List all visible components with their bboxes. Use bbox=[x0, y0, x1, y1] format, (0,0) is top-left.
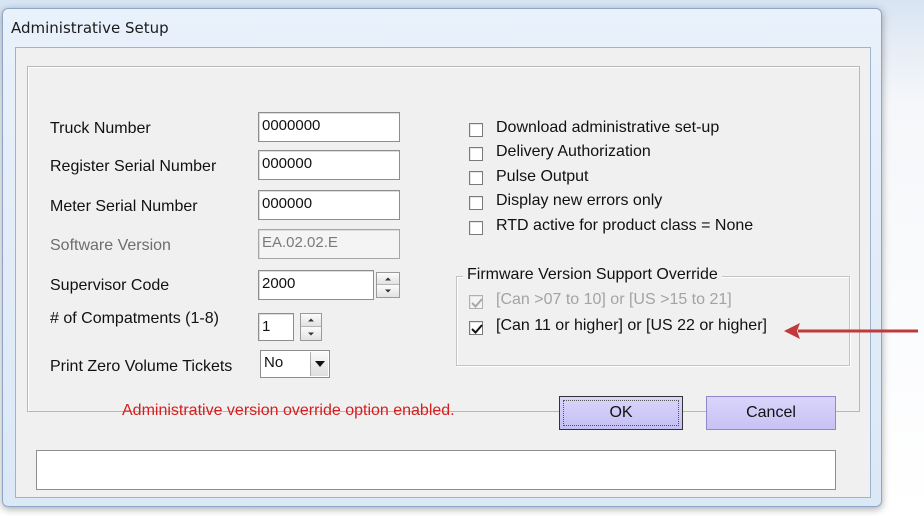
delivery-authorization-checkbox[interactable] bbox=[469, 147, 483, 161]
pulse-output-checkbox[interactable] bbox=[469, 171, 483, 185]
firmware-legacy-checkbox[interactable] bbox=[469, 295, 483, 309]
print-zero-value: No bbox=[264, 354, 284, 371]
ok-button[interactable]: OK bbox=[559, 396, 683, 430]
print-zero-select[interactable]: No bbox=[260, 350, 330, 378]
screen: Administrative Setup Truck Number Regist… bbox=[0, 0, 924, 516]
truck-number-label: Truck Number bbox=[50, 120, 151, 137]
supervisor-code-spinner[interactable] bbox=[376, 272, 400, 298]
spin-down-icon[interactable] bbox=[377, 285, 399, 297]
download-setup-checkbox[interactable] bbox=[469, 123, 483, 137]
compartments-spinner[interactable] bbox=[300, 313, 322, 341]
truck-number-input[interactable]: 0000000 bbox=[258, 112, 400, 142]
compartments-input[interactable]: 1 bbox=[258, 313, 294, 341]
status-bar bbox=[36, 450, 836, 490]
display-new-errors-label: Display new errors only bbox=[496, 192, 663, 209]
supervisor-code-input[interactable]: 2000 bbox=[258, 270, 374, 300]
administrative-setup-dialog: Administrative Setup Truck Number Regist… bbox=[2, 8, 882, 507]
check-icon bbox=[471, 324, 483, 334]
register-serial-input[interactable]: 000000 bbox=[258, 150, 400, 180]
delivery-authorization-label: Delivery Authorization bbox=[496, 143, 651, 160]
title-bar: Administrative Setup bbox=[11, 15, 169, 41]
meter-serial-input[interactable]: 000000 bbox=[258, 190, 400, 220]
software-version-field: EA.02.02.E bbox=[258, 229, 400, 259]
rtd-active-label: RTD active for product class = None bbox=[496, 217, 754, 234]
firmware-legacy-label: [Can >07 to 10] or [US >15 to 21] bbox=[496, 291, 732, 308]
download-setup-label: Download administrative set-up bbox=[496, 119, 720, 136]
red-arrow-icon bbox=[784, 323, 918, 339]
cancel-button[interactable]: Cancel bbox=[706, 396, 836, 430]
window-title: Administrative Setup bbox=[11, 19, 169, 37]
software-version-label: Software Version bbox=[50, 237, 171, 254]
register-serial-label: Register Serial Number bbox=[50, 158, 217, 175]
rtd-active-checkbox[interactable] bbox=[469, 221, 483, 235]
check-icon bbox=[471, 298, 483, 308]
spin-up-icon[interactable] bbox=[301, 314, 321, 327]
status-message: Administrative version override option e… bbox=[122, 402, 455, 419]
firmware-new-checkbox[interactable] bbox=[469, 321, 483, 335]
chevron-down-icon[interactable] bbox=[310, 352, 328, 376]
supervisor-code-label: Supervisor Code bbox=[50, 277, 170, 294]
firmware-override-legend: Firmware Version Support Override bbox=[463, 266, 722, 284]
dialog-client-area: Truck Number Register Serial Number Mete… bbox=[15, 47, 871, 498]
firmware-new-label: [Can 11 or higher] or [US 22 or higher] bbox=[496, 317, 767, 334]
spin-down-icon[interactable] bbox=[301, 327, 321, 340]
compartments-label: # of Compatments (1-8) bbox=[50, 310, 219, 327]
display-new-errors-checkbox[interactable] bbox=[469, 196, 483, 210]
settings-group: Truck Number Register Serial Number Mete… bbox=[27, 66, 860, 412]
meter-serial-label: Meter Serial Number bbox=[50, 198, 198, 215]
spin-up-icon[interactable] bbox=[377, 273, 399, 285]
print-zero-label: Print Zero Volume Tickets bbox=[50, 358, 233, 375]
pulse-output-label: Pulse Output bbox=[496, 168, 589, 185]
